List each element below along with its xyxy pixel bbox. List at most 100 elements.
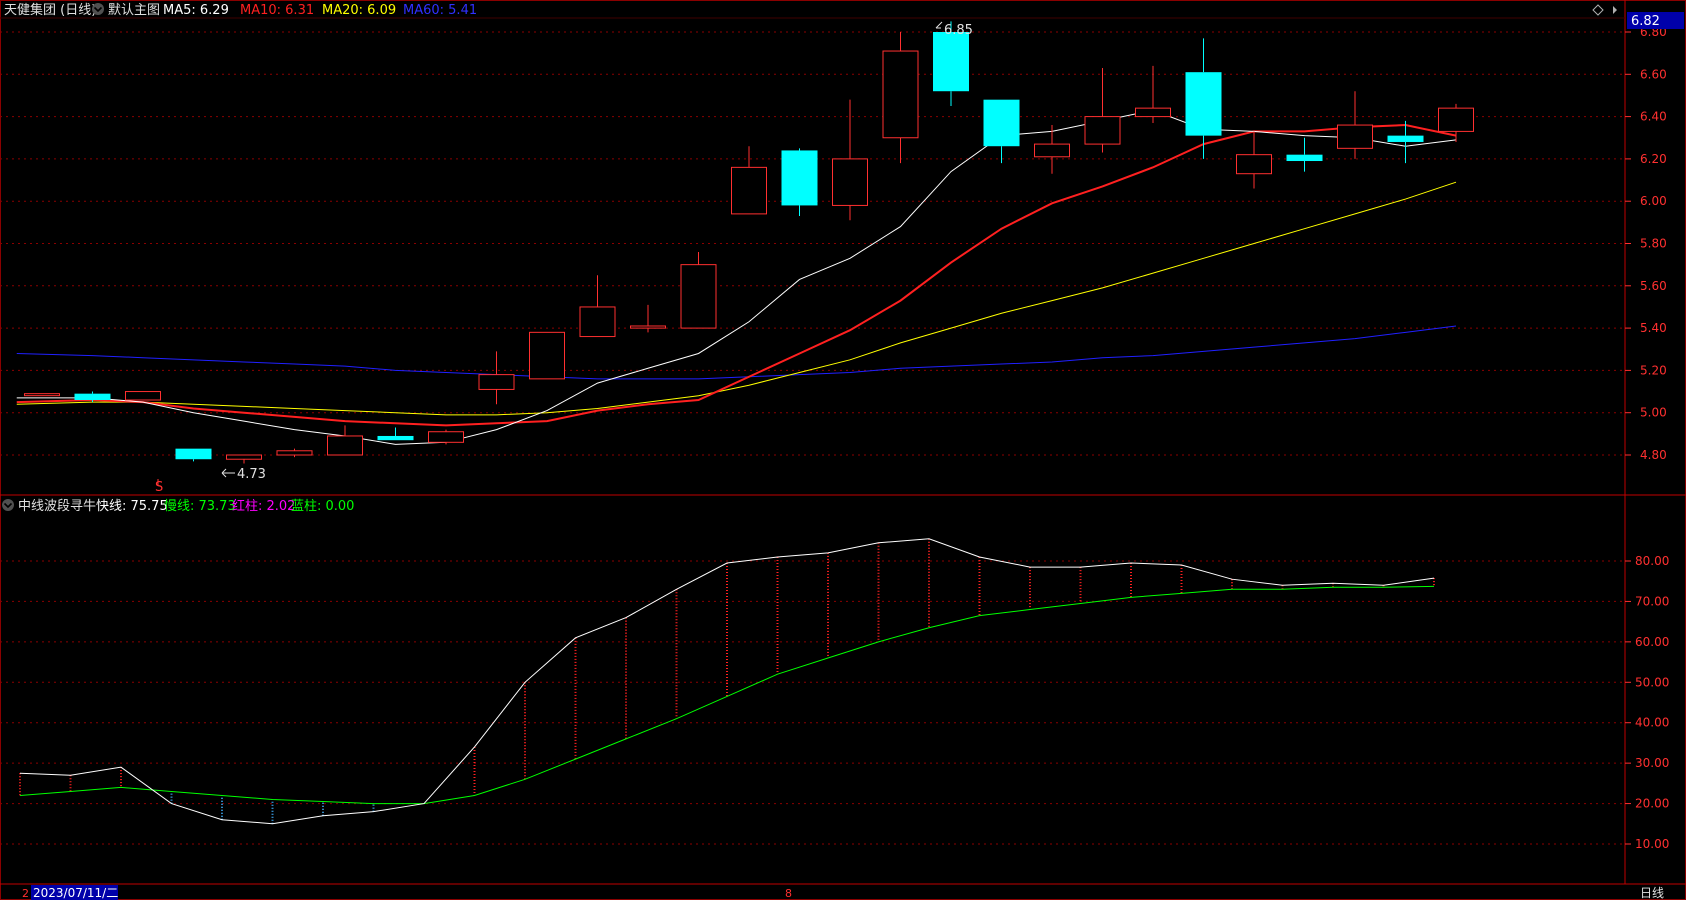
svg-text:6.85: 6.85: [944, 23, 973, 38]
candle-body: [74, 393, 111, 401]
indicator-tick-label: 80.00: [1635, 554, 1669, 568]
diamond-icon[interactable]: [1592, 4, 1604, 16]
candle: [327, 425, 363, 456]
ma60-label: MA60: 5.41: [403, 3, 477, 18]
ma20-label: MA20: 6.09: [322, 3, 396, 18]
candle-body: [882, 50, 919, 139]
indicator-bars: [19, 538, 1435, 824]
price-axis: 6.806.606.406.206.005.805.605.405.205.00…: [1625, 25, 1667, 462]
blue-bar-label: 蓝柱: 0.00: [291, 499, 354, 514]
indicator-tick-label: 60.00: [1635, 635, 1669, 649]
candle-body: [175, 448, 212, 460]
main-chart-selector[interactable]: 默认主图: [92, 2, 160, 18]
period-button[interactable]: 日线: [1640, 886, 1664, 900]
candle: [175, 448, 212, 462]
candle-body: [276, 450, 313, 456]
candle: [1438, 103, 1474, 142]
candle: [983, 99, 1020, 164]
indicator-tick-label: 30.00: [1635, 756, 1669, 770]
price-tick-label: 5.60: [1640, 279, 1667, 293]
svg-text:日线[interactable]: 日线: [1640, 886, 1664, 900]
price-tick-label: 6.20: [1640, 152, 1667, 166]
candle-body: [1135, 107, 1171, 118]
candle-body: [832, 158, 868, 206]
price-tick-label: 6.60: [1640, 67, 1667, 81]
price-tick-label: 5.00: [1640, 406, 1667, 420]
candle-body: [1387, 135, 1424, 142]
price-tick-label: 6.40: [1640, 110, 1667, 124]
price-tick-label: 5.40: [1640, 321, 1667, 335]
current-price-text: 6.82: [1631, 14, 1660, 29]
candle-body: [327, 435, 363, 456]
ma5-label: MA5: 6.29: [163, 3, 229, 18]
price-tick-label: 5.20: [1640, 363, 1667, 377]
candle: [428, 429, 464, 445]
candle-body: [1438, 107, 1474, 132]
candle: [24, 393, 60, 397]
indicator-tick-label: 40.00: [1635, 716, 1669, 730]
candle-body: [731, 166, 767, 215]
price-tick-label: 4.80: [1640, 448, 1667, 462]
candle: [731, 146, 767, 215]
play-icon[interactable]: [1613, 6, 1617, 14]
date-cursor-text: 2023/07/11/二: [33, 886, 118, 900]
candle-body: [377, 435, 414, 441]
candle-body: [933, 32, 969, 92]
ma10-label: MA10: 6.31: [240, 3, 314, 18]
candle: [882, 32, 919, 164]
candle: [1236, 131, 1272, 189]
candle-body: [1084, 116, 1121, 145]
signal-marker: S: [155, 480, 163, 495]
red-bar-label: 红柱: 2.02: [232, 498, 295, 514]
candle: [478, 351, 515, 405]
price-tick-label: 5.80: [1640, 237, 1667, 251]
candle: [125, 391, 161, 401]
indicator-chevron-icon[interactable]: [2, 499, 14, 511]
candle: [276, 448, 313, 458]
candle-body: [630, 325, 666, 329]
candle-body: [983, 99, 1020, 147]
ma20-line: [16, 181, 1457, 416]
candle-body: [1185, 72, 1222, 136]
low-price-annotation: 4.73: [221, 467, 266, 482]
indicator-tick-label: 20.00: [1635, 797, 1669, 811]
candle-body: [1034, 143, 1070, 158]
candle: [1337, 91, 1373, 159]
time-axis-left-marker: 2: [22, 887, 29, 900]
candle: [529, 331, 565, 380]
candle-body: [1337, 124, 1373, 149]
window-border: [0, 0, 1686, 900]
candle-body: [1286, 154, 1323, 162]
candle: [579, 275, 616, 338]
stock-name: 天健集团 (日线): [4, 2, 96, 18]
candle: [1286, 137, 1323, 172]
price-tick-label: 6.00: [1640, 194, 1667, 208]
candle-body: [781, 150, 818, 206]
candle: [630, 304, 666, 333]
candle-body: [125, 391, 161, 401]
candle: [226, 454, 262, 464]
candle-body: [24, 393, 60, 397]
candle-body: [579, 306, 616, 338]
candle-body: [226, 454, 262, 460]
candle-body: [1236, 154, 1272, 175]
indicator-tick-label: 70.00: [1635, 594, 1669, 608]
slow-line: [19, 585, 1435, 805]
chart-canvas[interactable]: 6.806.606.406.206.005.805.605.405.205.00…: [0, 0, 1686, 900]
price-grid: [0, 31, 1625, 456]
indicator-grid: [0, 560, 1625, 845]
candle-body: [680, 264, 717, 329]
month-marker: 8: [785, 887, 792, 900]
candle: [832, 99, 868, 221]
candle: [680, 251, 717, 329]
stock-chart-window: 6.80 6.60 6.40 6.20 6.00 5.80 5.60 5.40 5.20 5.00…: [0, 0, 1686, 900]
candle: [377, 427, 414, 441]
candle-body: [428, 431, 464, 443]
chevron-down-icon[interactable]: [92, 3, 104, 15]
fast-line-label: 快线: 75.75: [96, 499, 168, 514]
svg-text:4.73: 4.73: [237, 467, 266, 482]
candle-body: [478, 374, 515, 390]
candle: [781, 148, 818, 217]
ma60-line: [16, 325, 1457, 380]
slow-line-label: 慢线: 73.73: [164, 498, 236, 514]
